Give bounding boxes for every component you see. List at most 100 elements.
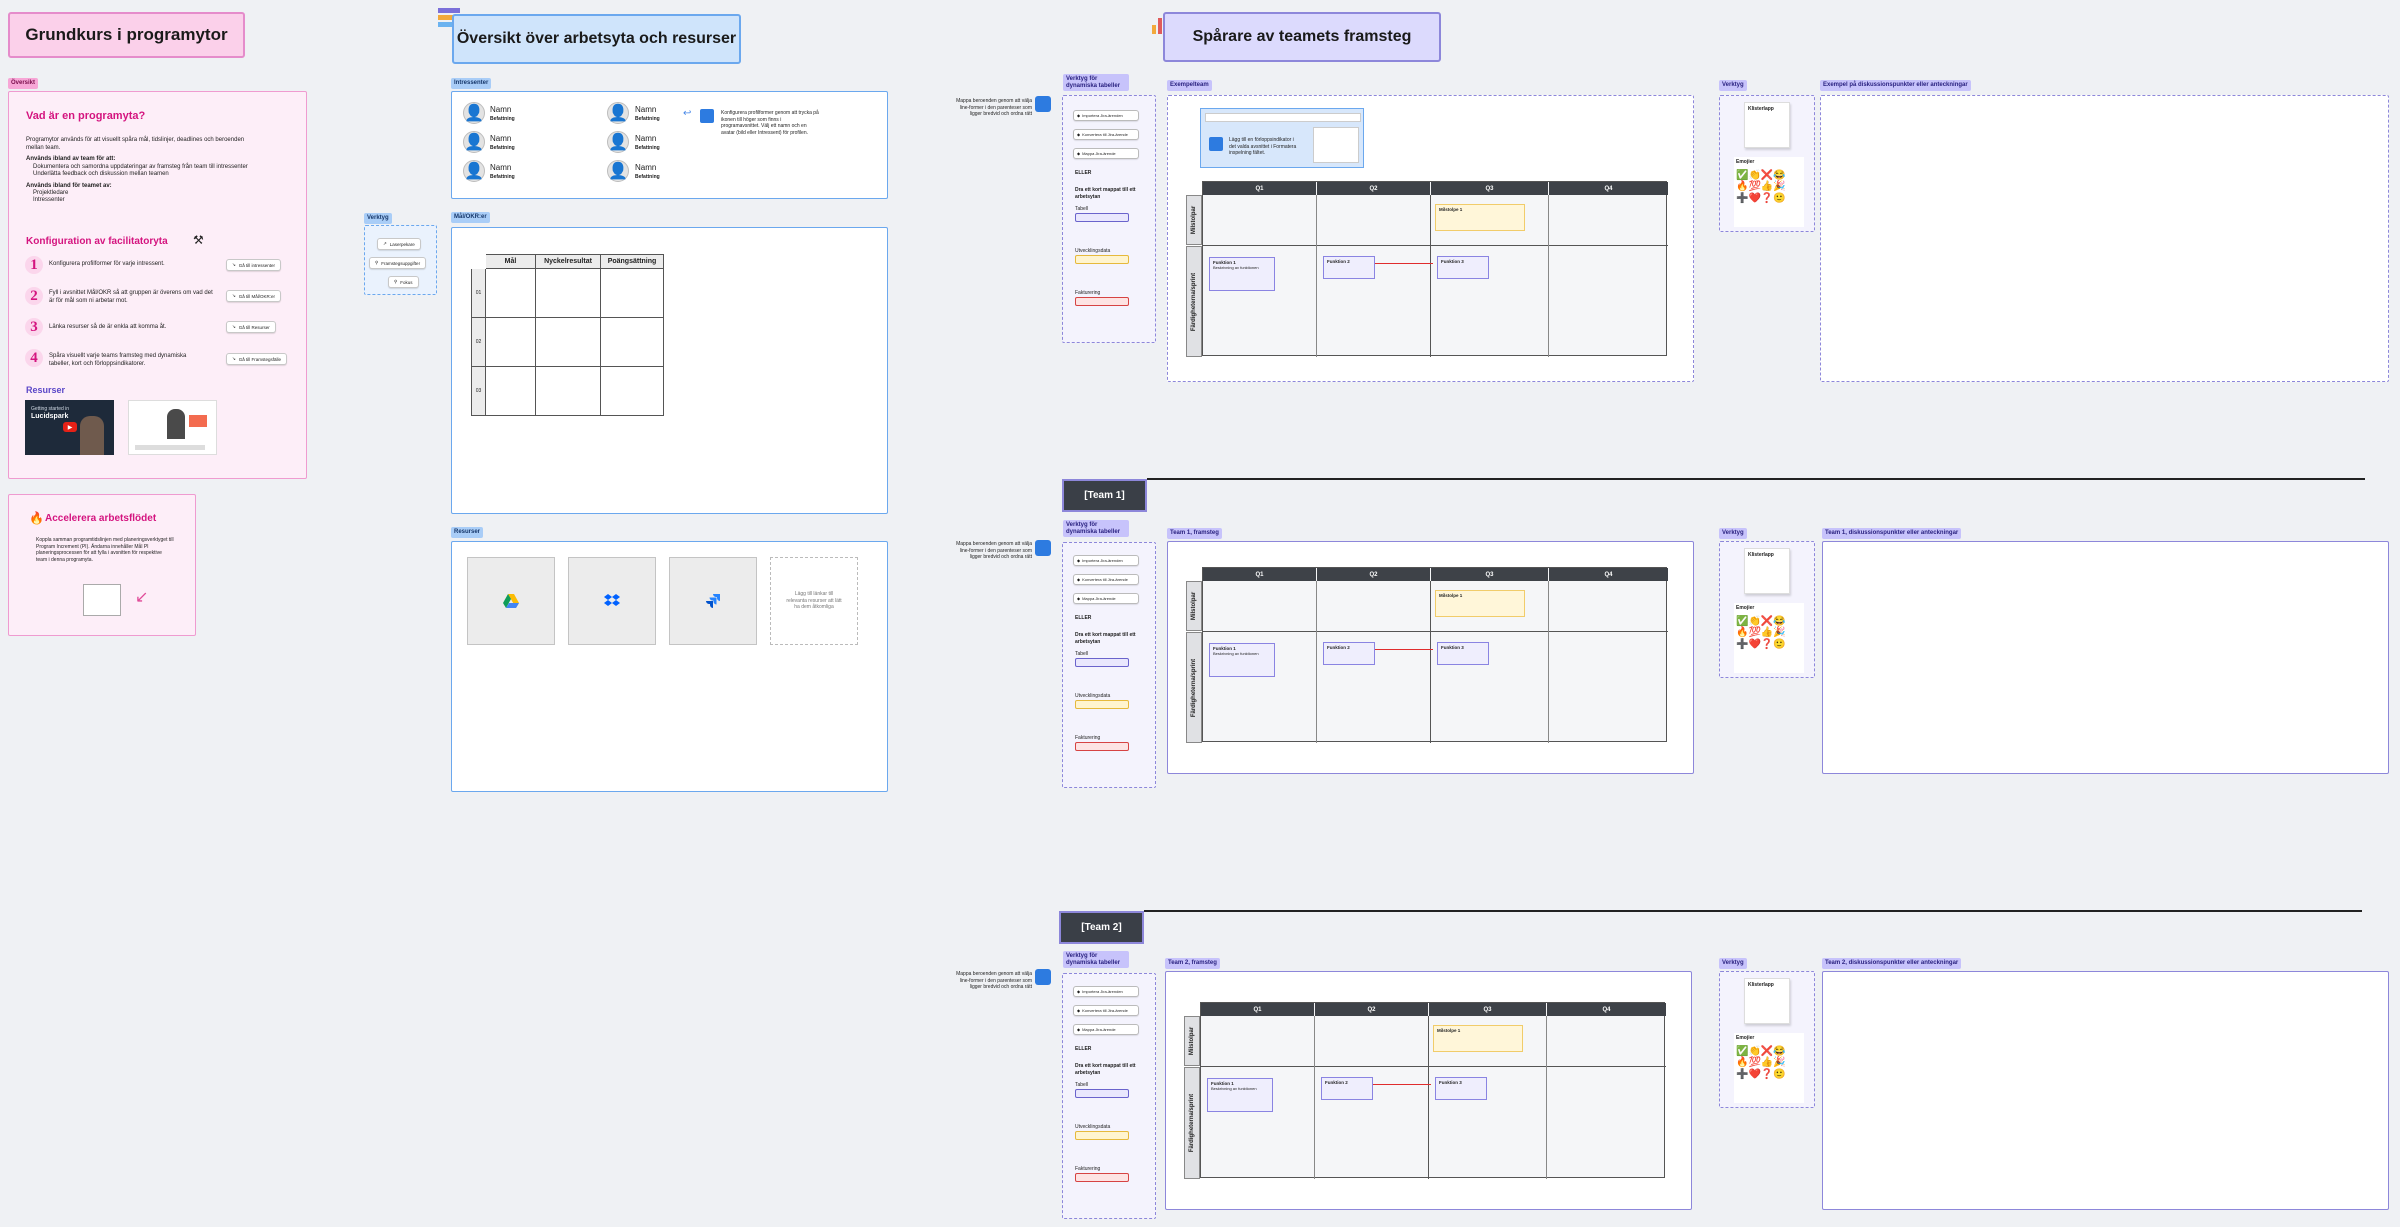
focus-label: Fokus bbox=[400, 279, 413, 285]
member-name: Namn bbox=[490, 105, 512, 114]
import-jira-button[interactable]: ◆ Importera Jira-ärenden bbox=[1073, 110, 1139, 121]
sticky-note-sample[interactable]: Klisterlapp bbox=[1744, 102, 1790, 148]
dependency-line-icon bbox=[1035, 96, 1051, 112]
dropbox-link[interactable] bbox=[568, 557, 656, 645]
video-thumbnail[interactable]: Getting started in Lucidspark ▶ bbox=[25, 400, 114, 455]
discussion-panel[interactable] bbox=[1820, 95, 2389, 382]
or-label: ELLER bbox=[1075, 170, 1092, 176]
team-2-title: [Team 2] bbox=[1081, 922, 1122, 933]
okr-cell[interactable] bbox=[600, 268, 664, 318]
feature-3-card[interactable]: Funktion 3 bbox=[1435, 1077, 1487, 1100]
feature-2-card[interactable]: Funktion 2 bbox=[1323, 256, 1375, 279]
progress-bar-purple[interactable] bbox=[1075, 658, 1129, 667]
okr-row-label: 01 bbox=[471, 268, 486, 318]
okr-cell[interactable] bbox=[485, 317, 536, 367]
avatar[interactable]: 👤 bbox=[607, 102, 629, 124]
emoji-grid[interactable]: ✅👏❌😂 🔥💯👍🎉 ➕❤️❓🙂 bbox=[1734, 168, 1804, 207]
feature-3-card[interactable]: Funktion 3 bbox=[1437, 642, 1489, 665]
member-name: Namn bbox=[635, 105, 657, 114]
col-divider bbox=[1548, 195, 1549, 357]
import-jira-button[interactable]: ◆ Importera Jira-ärenden bbox=[1073, 555, 1139, 566]
convert-jira-label: Konvertera till Jira-ärende bbox=[1082, 577, 1128, 582]
progress-bar-yellow[interactable] bbox=[1075, 700, 1129, 709]
convert-jira-button[interactable]: ◆ Konvertera till Jira-ärende bbox=[1073, 129, 1139, 140]
go-to-okr-button[interactable]: ↘ Gå till Mål/OKR:er bbox=[226, 290, 282, 302]
go-to-progress-button[interactable]: ↘ Gå till Framstegsfälle bbox=[226, 353, 288, 365]
emoji-label: Emojier bbox=[1736, 1035, 1755, 1041]
milestone-card[interactable]: Milstolpe 1 bbox=[1433, 1025, 1523, 1052]
sticky-note-sample[interactable]: Klisterlapp bbox=[1744, 548, 1790, 594]
sticky-note-sample[interactable]: Klisterlapp bbox=[1744, 978, 1790, 1024]
row-label-deliverables: Färdigheterna/sprint bbox=[1186, 632, 1202, 743]
avatar[interactable]: 👤 bbox=[463, 131, 485, 153]
okr-col-score: Poängsättning bbox=[600, 254, 664, 269]
map-jira-button[interactable]: ◆ Mappa Jira-ärende bbox=[1073, 1024, 1139, 1035]
feature-2-card[interactable]: Funktion 2 bbox=[1321, 1077, 1373, 1100]
map-jira-label: Mappa Jira-ärende bbox=[1082, 596, 1116, 601]
play-icon: ▶ bbox=[63, 422, 77, 432]
map-jira-label: Mappa Jira-ärende bbox=[1082, 1027, 1116, 1032]
bar-label-table: Tabell bbox=[1075, 651, 1089, 657]
focus-button[interactable]: ⚲ Fokus bbox=[388, 276, 419, 288]
example-team-tag: Exempelteam bbox=[1167, 80, 1212, 91]
what-text: Programytor används för att visuellt spå… bbox=[26, 137, 245, 152]
milestone-card[interactable]: Milstolpe 1 bbox=[1435, 590, 1525, 617]
emoji-grid[interactable]: ✅👏❌😂 🔥💯👍🎉 ➕❤️❓🙂 bbox=[1734, 1044, 1804, 1083]
okr-col-key-results: Nyckelresultat bbox=[535, 254, 601, 269]
go-to-resources-button[interactable]: ↘ Gå till Resurser bbox=[226, 321, 276, 333]
progress-bar-yellow[interactable] bbox=[1075, 255, 1129, 264]
okr-cell[interactable] bbox=[600, 317, 664, 367]
okr-cell[interactable] bbox=[535, 317, 601, 367]
progress-tasks-button[interactable]: ⚲ Framstegsuppgifter bbox=[369, 257, 427, 269]
avatar[interactable]: 👤 bbox=[607, 131, 629, 153]
dependency-arrow bbox=[1375, 649, 1433, 650]
okr-cell[interactable] bbox=[485, 366, 536, 416]
jira-icon: ◆ bbox=[1077, 989, 1081, 994]
member-name: Namn bbox=[635, 163, 657, 172]
okr-corner bbox=[472, 255, 486, 269]
okr-cell[interactable] bbox=[600, 366, 664, 416]
feature-3-card[interactable]: Funktion 3 bbox=[1437, 256, 1489, 279]
or-label: ELLER bbox=[1075, 615, 1092, 621]
import-jira-button[interactable]: ◆ Importera Jira-ärenden bbox=[1073, 986, 1139, 997]
progress-bar-yellow[interactable] bbox=[1075, 1131, 1129, 1140]
jira-link[interactable] bbox=[669, 557, 757, 645]
row-divider bbox=[1203, 631, 1668, 632]
convert-jira-button[interactable]: ◆ Konvertera till Jira-ärende bbox=[1073, 1005, 1139, 1016]
feature-2-card[interactable]: Funktion 2 bbox=[1323, 642, 1375, 665]
progress-bar-red[interactable] bbox=[1075, 1173, 1129, 1182]
bar-label-table: Tabell bbox=[1075, 206, 1089, 212]
milestone-card[interactable]: Milstolpe 1 bbox=[1435, 204, 1525, 231]
laser-pointer-button[interactable]: ↗ Laserpekare bbox=[377, 238, 421, 250]
avatar[interactable]: 👤 bbox=[463, 102, 485, 124]
team-1-discussion-panel[interactable] bbox=[1822, 541, 2389, 774]
member-name: Namn bbox=[490, 163, 512, 172]
feature-1-card[interactable]: Funktion 1 Beskrivning av funktionen bbox=[1209, 643, 1275, 677]
dyn-tools-tag: Verktyg för dynamiska tabeller bbox=[1063, 520, 1129, 538]
pi-template-thumbnail[interactable] bbox=[83, 584, 121, 616]
google-drive-link[interactable] bbox=[467, 557, 555, 645]
q3-header: Q3 bbox=[1429, 1003, 1546, 1016]
progress-bar-purple[interactable] bbox=[1075, 213, 1129, 222]
map-jira-button[interactable]: ◆ Mappa Jira-ärende bbox=[1073, 148, 1139, 159]
q2-header: Q2 bbox=[1315, 1003, 1428, 1016]
feature-1-card[interactable]: Funktion 1 Beskrivning av funktionen bbox=[1207, 1078, 1273, 1112]
convert-jira-button[interactable]: ◆ Konvertera till Jira-ärende bbox=[1073, 574, 1139, 585]
progress-bar-red[interactable] bbox=[1075, 297, 1129, 306]
map-jira-button[interactable]: ◆ Mappa Jira-ärende bbox=[1073, 593, 1139, 604]
team-2-discussion-panel[interactable] bbox=[1822, 971, 2389, 1210]
okr-cell[interactable] bbox=[535, 268, 601, 318]
avatar[interactable]: 👤 bbox=[607, 160, 629, 182]
feature-1-card[interactable]: Funktion 1 Beskrivning av funktionen bbox=[1209, 257, 1275, 291]
article-thumbnail[interactable] bbox=[128, 400, 217, 455]
avatar[interactable]: 👤 bbox=[463, 160, 485, 182]
col-divider bbox=[1548, 581, 1549, 743]
okr-cell[interactable] bbox=[485, 268, 536, 318]
progress-bar-purple[interactable] bbox=[1075, 1089, 1129, 1098]
stakeholders-panel: 👤 Namn Befattning 👤 Namn Befattning 👤 Na… bbox=[451, 91, 888, 199]
add-resource-placeholder[interactable]: Lägg till länkar till relevanta resurser… bbox=[770, 557, 858, 645]
go-to-stakeholders-button[interactable]: ↘ Gå till intressenter bbox=[226, 259, 282, 271]
progress-bar-red[interactable] bbox=[1075, 742, 1129, 751]
okr-cell[interactable] bbox=[535, 366, 601, 416]
emoji-grid[interactable]: ✅👏❌😂 🔥💯👍🎉 ➕❤️❓🙂 bbox=[1734, 614, 1804, 653]
